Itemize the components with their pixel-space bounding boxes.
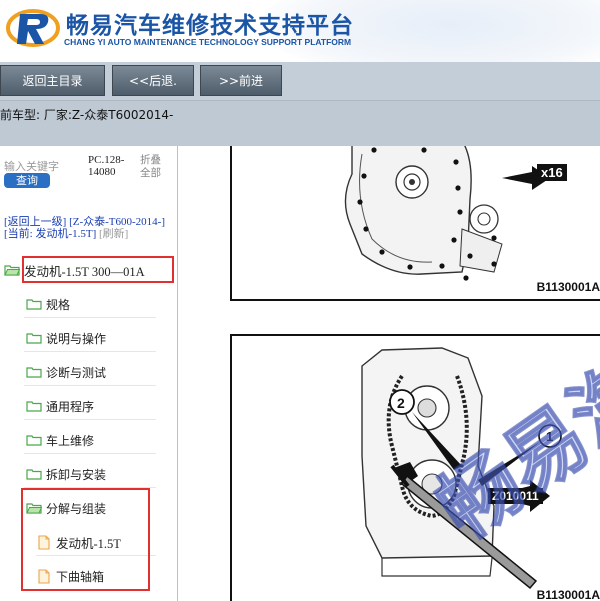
tree-item-general-procedures[interactable]: 通用程序 <box>26 395 94 417</box>
breadcrumb: [返回上一级] [Z-众泰-T600-2014-] [当前: 发动机-1.5T]… <box>4 216 174 240</box>
content-area: x16 B1130001A 2 1 Z010011 B1130001A 畅易汽 <box>179 146 600 601</box>
divider <box>24 419 156 420</box>
tree-item-diagnosis[interactable]: 诊断与测试 <box>26 361 106 383</box>
tree-item-label: 规格 <box>46 297 71 312</box>
current-model-text: 前车型: 厂家:Z-众泰T6002014- <box>0 108 174 122</box>
divider <box>36 555 156 556</box>
figure-1: x16 B1130001A <box>230 146 600 301</box>
figure-1-label: B1130001A <box>536 280 600 294</box>
nav-bar: 返回主目录 <<后退. >>前进 <box>0 62 600 100</box>
tree-item-label: 分解与组装 <box>46 501 107 516</box>
brand-subtitle: CHANG YI AUTO MAINTENANCE TECHNOLOGY SUP… <box>64 37 352 47</box>
folder-icon <box>26 299 42 310</box>
tree-doc-lower-crankcase[interactable]: 下曲轴箱 <box>38 565 104 587</box>
callout-number-2: 2 <box>397 395 405 411</box>
figure-2-label: B1130001A <box>536 588 600 601</box>
left-sidebar: 查询 PC.128-14080 折叠全部 [返回上一级] [Z-众泰-T600-… <box>0 146 178 601</box>
folder-icon <box>26 435 42 446</box>
brand-title: 畅易汽车维修技术支持平台 <box>66 13 354 39</box>
divider <box>24 317 156 318</box>
divider <box>24 487 156 488</box>
model-link[interactable]: [Z-众泰-T600-2014-] <box>69 216 165 228</box>
search-area: 查询 PC.128-14080 折叠全部 <box>0 146 178 202</box>
tree-root-label: 发动机-1.5T 300—01A <box>24 264 145 279</box>
header: 畅易汽车维修技术支持平台 CHANG YI AUTO MAINTENANCE T… <box>0 0 600 62</box>
tree-item-label: 诊断与测试 <box>46 365 107 380</box>
tree-doc-label: 下曲轴箱 <box>56 569 105 584</box>
document-icon <box>38 534 50 550</box>
search-input[interactable] <box>4 158 82 174</box>
folder-icon <box>26 469 42 480</box>
current-location: [当前: 发动机-1.5T] <box>4 228 97 240</box>
tree-item-label: 拆卸与安装 <box>46 467 107 482</box>
divider <box>24 385 156 386</box>
back-up-link[interactable]: [返回上一级] <box>4 216 66 228</box>
folder-icon <box>26 333 42 344</box>
tree-root-engine[interactable]: 发动机-1.5T 300—01A <box>4 259 145 281</box>
callout-z010011: Z010011 <box>488 488 543 504</box>
tree-item-description[interactable]: 说明与操作 <box>26 327 106 349</box>
pc-code: PC.128-14080 <box>88 154 125 178</box>
tree-doc-engine[interactable]: 发动机-1.5T <box>38 531 121 553</box>
tree-item-label: 车上维修 <box>46 433 95 448</box>
folder-icon <box>26 367 42 378</box>
forward-button[interactable]: >>前进 <box>200 65 282 96</box>
refresh-link[interactable]: [刷新] <box>99 228 128 240</box>
figure-2: 2 1 Z010011 B1130001A <box>230 334 600 601</box>
query-button[interactable]: 查询 <box>4 173 50 188</box>
tree-item-in-vehicle-repair[interactable]: 车上维修 <box>26 429 94 451</box>
folder-icon <box>26 401 42 412</box>
tree-doc-label: 发动机-1.5T <box>56 536 121 551</box>
document-icon <box>38 568 50 584</box>
callout-number-1: 1 <box>546 429 553 444</box>
callout-x16: x16 <box>537 164 567 181</box>
folder-open-icon <box>4 265 20 276</box>
folder-open-icon <box>26 503 42 514</box>
crankshaft-tool-illustration: 2 1 <box>361 347 562 590</box>
model-bar: 前车型: 厂家:Z-众泰T6002014- <box>0 100 600 146</box>
divider <box>24 453 156 454</box>
back-button[interactable]: <<后退. <box>112 65 194 96</box>
tree-item-removal-installation[interactable]: 拆卸与安装 <box>26 463 106 485</box>
tree-item-label: 说明与操作 <box>46 331 107 346</box>
divider <box>24 351 156 352</box>
tree-item-specs[interactable]: 规格 <box>26 293 70 315</box>
logo-icon <box>6 9 60 47</box>
tree-item-disassembly-assembly[interactable]: 分解与组装 <box>26 497 106 519</box>
home-button[interactable]: 返回主目录 <box>0 65 105 96</box>
collapse-all-link[interactable]: 折叠全部 <box>140 154 170 180</box>
tree-item-label: 通用程序 <box>46 399 95 414</box>
